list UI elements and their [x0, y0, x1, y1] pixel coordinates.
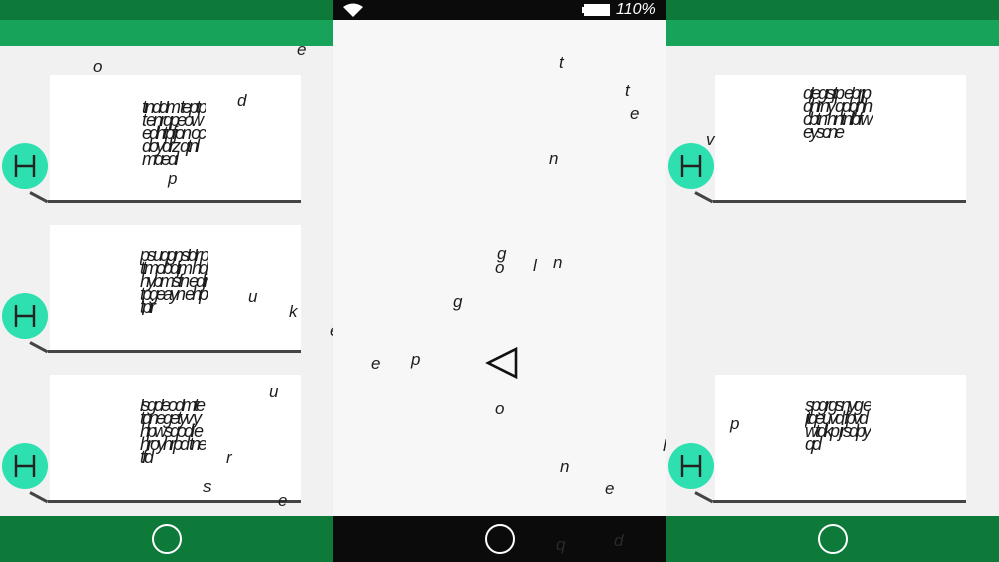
card-2[interactable]: psuqgnsldr pttmobdjm hdhybmsfn edjrtpgea… — [50, 225, 301, 350]
stray-letter: q — [556, 535, 566, 554]
nav-bar: q d — [333, 516, 666, 562]
card-2-underline — [48, 350, 301, 353]
back-triangle-icon[interactable] — [485, 346, 519, 380]
stray-letter: o — [495, 399, 505, 418]
app-bar — [666, 20, 999, 46]
card-2-garbled-text: spgrgsnyg ejtqeuvd fpvd wtdkp jrsdpyqd — [805, 399, 871, 454]
stray-letter: n — [560, 457, 570, 476]
stray-letter: t — [559, 53, 564, 72]
card-1-garbled-text: qlegisjtp ebrjpqhrny qdqhhcbtn hntnlbfw … — [803, 87, 873, 142]
stray-letter: t — [625, 81, 630, 100]
h-letter-icon — [14, 305, 36, 327]
stray-letter: o — [495, 258, 505, 277]
stray-letter: s — [203, 477, 212, 496]
nav-bar — [666, 516, 999, 562]
stray-letter: e — [605, 479, 615, 498]
home-circle-icon[interactable] — [817, 524, 848, 554]
stray-letter: e — [630, 104, 640, 123]
stray-letter: e — [371, 354, 381, 373]
card-1-tail — [694, 191, 714, 204]
card-1-underline — [713, 200, 966, 203]
card-2-underline — [713, 500, 966, 503]
battery-percentage: 110% — [616, 1, 656, 18]
stray-letter: l — [533, 256, 537, 275]
stray-letter: n — [553, 253, 563, 272]
h-letter-icon — [680, 155, 702, 177]
status-bar — [0, 0, 333, 20]
h-letter-icon — [680, 455, 702, 477]
stray-letter: n — [549, 149, 559, 168]
card-2-garbled-text: psuqgnsldr pttmobdjm hdhybmsfn edjrtpgea… — [140, 249, 208, 315]
stray-letter: d — [237, 91, 247, 110]
fab-2[interactable] — [2, 293, 48, 339]
app-bar — [0, 20, 333, 46]
home-circle-icon[interactable] — [484, 524, 515, 554]
card-3[interactable]: lsgdeodmte tqnegetyv yhpwsqodi ehroyhrpd… — [50, 375, 301, 500]
home-circle-icon[interactable] — [151, 524, 182, 554]
stray-letter: k — [289, 302, 298, 321]
card-1[interactable]: qlegisjtp ebrjpqhrny qdqhhcbtn hntnlbfw … — [715, 75, 966, 200]
fab-3[interactable] — [2, 443, 48, 489]
card-3-underline — [48, 500, 301, 503]
card-1-garbled-text: tinddm teptpt enrqpeow edhtpfjon ocdoydr… — [142, 101, 206, 165]
card-3-garbled-text: lsgdeodmte tqnegetyv yhpwsqodi ehroyhrpd… — [140, 399, 206, 465]
card-2-tail — [694, 491, 714, 504]
stray-letter: g — [453, 292, 463, 311]
h-letter-icon — [14, 155, 36, 177]
card-2-tail — [29, 341, 49, 354]
stray-letter: u — [248, 287, 258, 306]
battery-icon — [582, 4, 610, 16]
stray-letter: e — [278, 491, 288, 510]
status-bar: 110% — [333, 0, 666, 20]
card-1-tail — [29, 191, 49, 204]
wifi-icon — [343, 3, 363, 17]
stray-letter: u — [269, 382, 279, 401]
card-3-tail — [29, 491, 49, 504]
fab-1[interactable] — [2, 143, 48, 189]
nav-bar — [0, 516, 333, 562]
fab-1[interactable] — [668, 143, 714, 189]
right-screen: qlegisjtp ebrjpqhrny qdqhhcbtn hntnlbfw … — [666, 0, 999, 562]
status-bar — [666, 0, 999, 20]
fab-2[interactable] — [668, 443, 714, 489]
stray-letter: v — [706, 130, 715, 149]
stray-letter: r — [226, 448, 232, 467]
left-screen: tinddm teptpt enrqpeow edhtpfjon ocdoydr… — [0, 0, 333, 562]
middle-screen: 110% t t e n g o l n g e p o n e l q d — [333, 0, 666, 562]
card-2[interactable]: spgrgsnyg ejtqeuvd fpvd wtdkp jrsdpyqd — [715, 375, 966, 500]
stray-letter: p — [411, 350, 421, 369]
h-letter-icon — [14, 455, 36, 477]
stray-letter: e — [297, 40, 307, 59]
stray-letter: p — [168, 169, 178, 188]
stray-letter: o — [93, 57, 103, 76]
stray-letter: d — [614, 531, 624, 550]
card-1-underline — [48, 200, 301, 203]
stray-letter: p — [730, 414, 740, 433]
